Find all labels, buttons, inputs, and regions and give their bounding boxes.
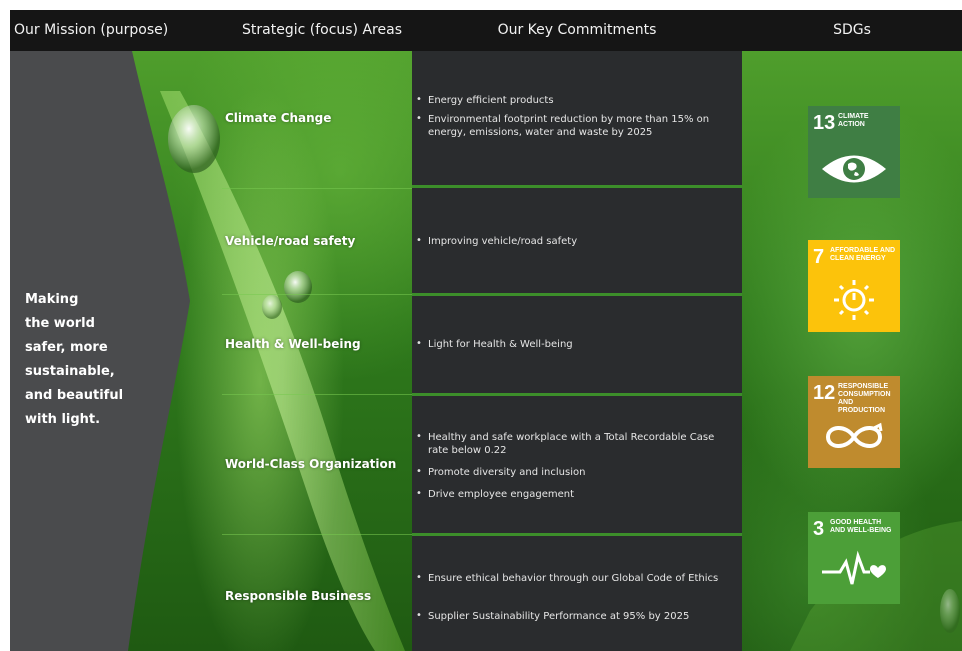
commitment-item: Improving vehicle/road safety	[428, 236, 578, 247]
area-divider	[222, 294, 412, 295]
commitment-item: Supplier Sustainability Performance at 9…	[428, 611, 690, 622]
area-divider	[222, 534, 412, 535]
header-sdgs: SDGs	[833, 22, 871, 38]
bullet-icon: •	[416, 572, 422, 583]
mission-line: the world	[25, 316, 95, 331]
area-climate-change: Climate Change	[225, 111, 332, 125]
commitment-divider	[412, 185, 742, 188]
sun-power-icon	[834, 280, 874, 320]
heartbeat-icon	[822, 550, 886, 585]
bullet-icon: •	[416, 113, 422, 124]
mission-line: Making	[25, 292, 79, 307]
area-divider	[222, 188, 412, 189]
bullet-icon: •	[416, 94, 422, 105]
water-droplet	[262, 295, 282, 319]
bullet-icon: •	[416, 235, 422, 246]
mission-line: and beautiful	[25, 388, 124, 403]
commitment-divider	[412, 533, 742, 536]
bullet-icon: •	[416, 488, 422, 499]
area-responsible-business: Responsible Business	[225, 589, 372, 603]
mission-line: with light.	[25, 412, 101, 427]
commitment-divider	[412, 393, 742, 396]
sustainability-framework: Our Mission (purpose) Strategic (focus) …	[10, 10, 962, 651]
area-divider	[222, 394, 412, 395]
eye-earth-icon	[822, 155, 886, 183]
commitment-item: Healthy and safe workplace with a Total …	[428, 432, 715, 456]
header-row: Our Mission (purpose) Strategic (focus) …	[10, 10, 962, 51]
sdg-7-affordable-clean-energy-tile: 7 AFFORDABLE AND CLEAN ENERGY	[808, 240, 900, 332]
sdg-13-climate-action-tile: 13 CLIMATE ACTION	[808, 106, 900, 198]
bullet-icon: •	[416, 610, 422, 621]
area-world-class-organization: World-Class Organization	[225, 457, 397, 471]
sdg-12-responsible-consumption-tile: 12 RESPONSIBLE CONSUMPTION AND PRODUCTIO…	[808, 376, 900, 468]
sdg-3-good-health-tile: 3 GOOD HEALTH AND WELL-BEING	[808, 512, 900, 604]
area-vehicle-road-safety: Vehicle/road safety	[225, 234, 356, 248]
header-mission: Our Mission (purpose)	[14, 22, 169, 38]
commitment-item: Promote diversity and inclusion	[428, 467, 586, 478]
commitment-divider	[412, 293, 742, 296]
bullet-icon: •	[416, 466, 422, 477]
commitment-item: Environmental footprint reduction by mor…	[428, 114, 710, 138]
header-strategic-areas: Strategic (focus) Areas	[242, 22, 402, 38]
commitment-item: Drive employee engagement	[428, 489, 574, 500]
bullet-icon: •	[416, 338, 422, 349]
header-key-commitments: Our Key Commitments	[497, 22, 657, 38]
mission-line: sustainable,	[25, 364, 115, 379]
area-health-well-being: Health & Well-being	[225, 337, 361, 351]
infinity-icon	[825, 422, 883, 448]
commitment-item: Energy efficient products	[428, 95, 554, 106]
water-droplet	[284, 271, 312, 303]
mission-line: safer, more	[25, 340, 108, 355]
commitment-item: Ensure ethical behavior through our Glob…	[428, 573, 719, 584]
bullet-icon: •	[416, 431, 422, 442]
commitment-item: Light for Health & Well-being	[428, 339, 573, 350]
water-droplet	[940, 589, 960, 633]
mission-statement: Making the world safer, more sustainable…	[25, 288, 143, 432]
commitments-column: • Energy efficient products • Environmen…	[412, 51, 742, 651]
